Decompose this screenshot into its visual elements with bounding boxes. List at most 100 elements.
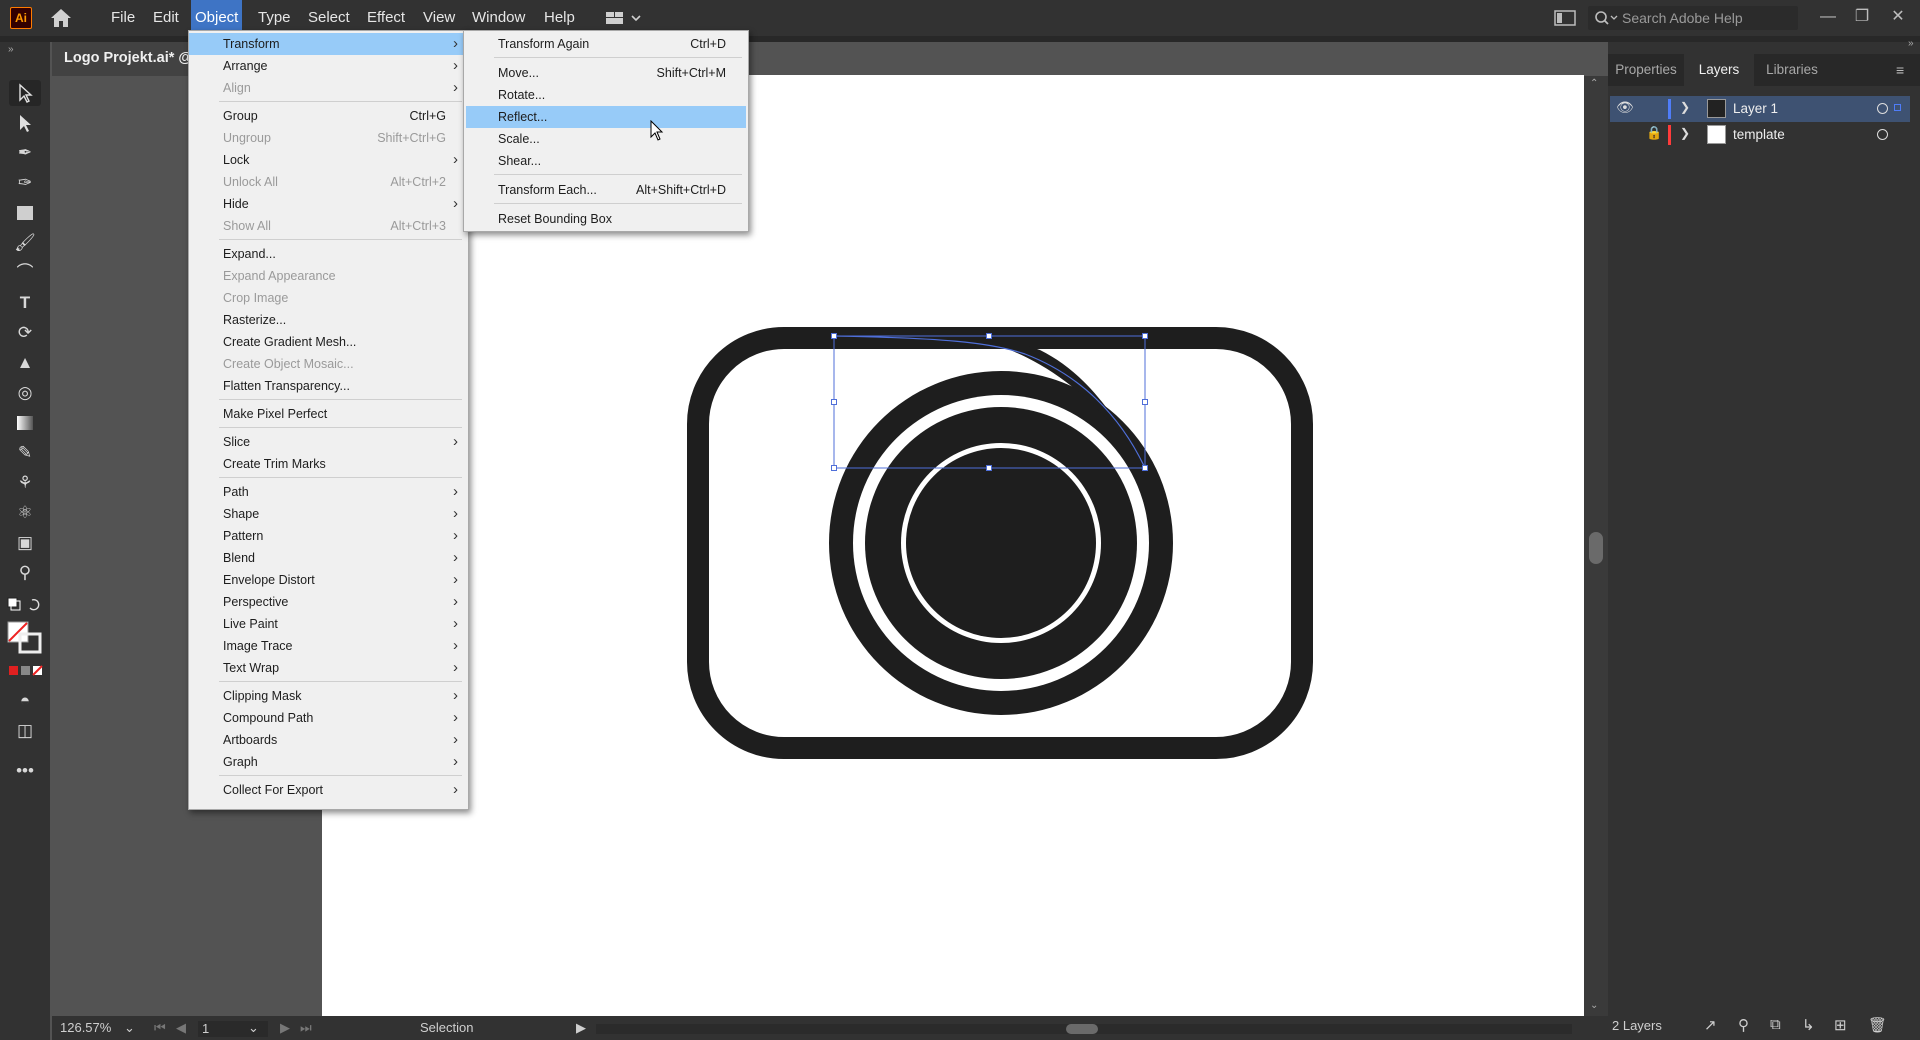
eraser-tool-icon[interactable]: ▲ bbox=[9, 350, 41, 376]
paintbrush-tool-icon[interactable]: 🖌 bbox=[9, 230, 41, 256]
object-menu-item[interactable]: Flatten Transparency... bbox=[189, 375, 466, 397]
restore-icon[interactable]: ❐ bbox=[1848, 4, 1876, 30]
default-colors-icon[interactable] bbox=[6, 596, 44, 614]
object-menu-item[interactable]: Live Paint › bbox=[189, 613, 466, 635]
first-artboard-icon[interactable]: ⏮ bbox=[154, 1020, 166, 1036]
object-menu-item[interactable]: Image Trace › bbox=[189, 635, 466, 657]
home-icon[interactable] bbox=[48, 7, 74, 29]
object-menu-item[interactable]: Graph › bbox=[189, 751, 466, 773]
panel-toggle-icon[interactable] bbox=[1554, 9, 1576, 27]
panel-collapse-icon[interactable]: » bbox=[1908, 38, 1914, 49]
visibility-eye-icon[interactable]: 👁 bbox=[1616, 99, 1634, 116]
object-menu-item[interactable]: Hide › bbox=[189, 193, 466, 215]
object-menu-item[interactable]: Lock › bbox=[189, 149, 466, 171]
object-menu-item[interactable]: Slice › bbox=[189, 431, 466, 453]
object-menu-item[interactable]: Transform › bbox=[189, 33, 466, 55]
selection-indicator-icon[interactable] bbox=[1894, 104, 1901, 111]
object-menu-item[interactable]: Create Trim Marks bbox=[189, 453, 466, 475]
horizontal-scroll-thumb[interactable] bbox=[1066, 1024, 1098, 1034]
minimize-icon[interactable]: — bbox=[1814, 4, 1842, 30]
artboard-tool-icon[interactable]: ▣ bbox=[9, 530, 41, 556]
object-menu-item[interactable]: Compound Path › bbox=[189, 707, 466, 729]
object-menu-item[interactable]: Blend › bbox=[189, 547, 466, 569]
object-menu-item[interactable]: Artboards › bbox=[189, 729, 466, 751]
layer-row-layer-1[interactable]: 👁 ❯ Layer 1 bbox=[1610, 96, 1910, 122]
curvature-tool-icon[interactable]: ✑ bbox=[9, 170, 41, 196]
object-menu-item[interactable]: Text Wrap › bbox=[189, 657, 466, 679]
object-menu-item[interactable]: Clipping Mask › bbox=[189, 685, 466, 707]
new-layer-icon[interactable]: ⊞ bbox=[1834, 1016, 1847, 1034]
blend-tool-icon[interactable]: ⚘ bbox=[9, 470, 41, 496]
transform-menu-item[interactable]: Transform Each... Alt+Shift+Ctrl+D bbox=[466, 179, 746, 201]
screen-mode-icon[interactable]: ◫ bbox=[9, 718, 41, 744]
expand-chevron-icon[interactable]: ❯ bbox=[1680, 100, 1690, 114]
object-menu-item[interactable]: Rasterize... bbox=[189, 309, 466, 331]
workspace-switcher[interactable] bbox=[600, 9, 648, 27]
layer-name[interactable]: Layer 1 bbox=[1733, 101, 1778, 116]
transform-menu-item[interactable]: Move... Shift+Ctrl+M bbox=[466, 62, 746, 84]
transform-menu-item[interactable]: Rotate... bbox=[466, 84, 746, 106]
object-menu-item[interactable]: Pattern › bbox=[189, 525, 466, 547]
camera-logo-artwork[interactable] bbox=[680, 320, 1320, 770]
object-menu-item[interactable]: Arrange › bbox=[189, 55, 466, 77]
object-menu-item[interactable]: Make Pixel Perfect bbox=[189, 403, 466, 425]
eyedropper-tool-icon[interactable]: ✎ bbox=[9, 440, 41, 466]
prev-artboard-icon[interactable]: ◀ bbox=[176, 1020, 186, 1036]
object-menu-item[interactable]: Path › bbox=[189, 481, 466, 503]
transform-menu-item[interactable]: Shear... bbox=[466, 150, 746, 172]
search-help-input[interactable]: Search Adobe Help bbox=[1588, 6, 1798, 30]
target-circle-icon[interactable] bbox=[1877, 129, 1888, 140]
layer-name[interactable]: template bbox=[1733, 127, 1785, 142]
transform-menu-item[interactable]: Scale... bbox=[466, 128, 746, 150]
type-tool-icon[interactable]: T bbox=[9, 290, 41, 316]
more-tools-icon[interactable]: ••• bbox=[9, 758, 41, 784]
next-artboard-icon[interactable]: ▶ bbox=[280, 1020, 290, 1036]
artboard-dropdown-icon[interactable]: ⌄ bbox=[248, 1020, 259, 1036]
panel-menu-icon[interactable]: ≡ bbox=[1896, 62, 1904, 78]
shaper-tool-icon[interactable]: ⌒ bbox=[9, 260, 41, 286]
object-menu-item[interactable]: Shape › bbox=[189, 503, 466, 525]
tab-layers[interactable]: Layers bbox=[1684, 54, 1754, 86]
vertical-scroll-thumb[interactable] bbox=[1589, 532, 1603, 564]
zoom-tool-icon[interactable]: ⚲ bbox=[9, 560, 41, 586]
transform-menu-item[interactable]: Reset Bounding Box bbox=[466, 208, 746, 230]
puppet-warp-tool-icon[interactable]: ◎ bbox=[9, 380, 41, 406]
symbol-sprayer-tool-icon[interactable]: ⚛ bbox=[9, 500, 41, 526]
selection-tool-icon[interactable] bbox=[9, 80, 41, 106]
fill-stroke-swatch[interactable] bbox=[6, 620, 42, 654]
tab-libraries[interactable]: Libraries bbox=[1754, 54, 1830, 86]
target-circle-icon[interactable] bbox=[1877, 103, 1888, 114]
direct-selection-tool-icon[interactable] bbox=[9, 110, 41, 136]
tab-properties[interactable]: Properties bbox=[1608, 54, 1684, 86]
object-menu-item[interactable]: Expand... bbox=[189, 243, 466, 265]
close-icon[interactable]: ✕ bbox=[1884, 4, 1912, 30]
pen-tool-icon[interactable]: ✒ bbox=[9, 140, 41, 166]
object-menu-item[interactable]: Envelope Distort › bbox=[189, 569, 466, 591]
object-menu-item[interactable]: Collect For Export › bbox=[189, 779, 466, 801]
menu-file[interactable]: File bbox=[107, 0, 139, 36]
scroll-down-icon[interactable]: ⌄ bbox=[1590, 1000, 1598, 1011]
locate-object-icon[interactable]: ⚲ bbox=[1738, 1016, 1749, 1034]
export-icon[interactable]: ↗ bbox=[1704, 1016, 1717, 1034]
last-artboard-icon[interactable]: ⏭ bbox=[300, 1020, 312, 1036]
zoom-dropdown-icon[interactable]: ⌄ bbox=[124, 1020, 135, 1036]
object-menu-item[interactable]: Perspective › bbox=[189, 591, 466, 613]
layer-row-template[interactable]: 🔒 ❯ template bbox=[1610, 122, 1910, 148]
delete-layer-icon[interactable]: 🗑 bbox=[1868, 1016, 1887, 1034]
clipping-mask-icon[interactable]: ⧉ bbox=[1770, 1016, 1781, 1033]
zoom-level[interactable]: 126.57% bbox=[60, 1020, 111, 1035]
draw-mode-icon[interactable]: ◓ bbox=[9, 688, 41, 714]
collapse-arrows-icon[interactable]: » bbox=[8, 44, 14, 55]
new-sublayer-icon[interactable]: ↳ bbox=[1802, 1016, 1815, 1034]
gradient-tool-icon[interactable] bbox=[9, 410, 41, 436]
rectangle-tool-icon[interactable] bbox=[9, 200, 41, 226]
object-menu-item[interactable]: Create Gradient Mesh... bbox=[189, 331, 466, 353]
menu-edit[interactable]: Edit bbox=[149, 0, 183, 36]
transform-menu-item[interactable]: Transform Again Ctrl+D bbox=[466, 33, 746, 55]
rotate-tool-icon[interactable]: ⟳ bbox=[9, 320, 41, 346]
lock-icon[interactable]: 🔒 bbox=[1646, 125, 1662, 141]
expand-chevron-icon[interactable]: ❯ bbox=[1680, 126, 1690, 140]
transform-menu-item[interactable]: Reflect... bbox=[466, 106, 746, 128]
scroll-up-icon[interactable]: ⌃ bbox=[1590, 78, 1598, 89]
object-menu-item[interactable]: Group Ctrl+G bbox=[189, 105, 466, 127]
